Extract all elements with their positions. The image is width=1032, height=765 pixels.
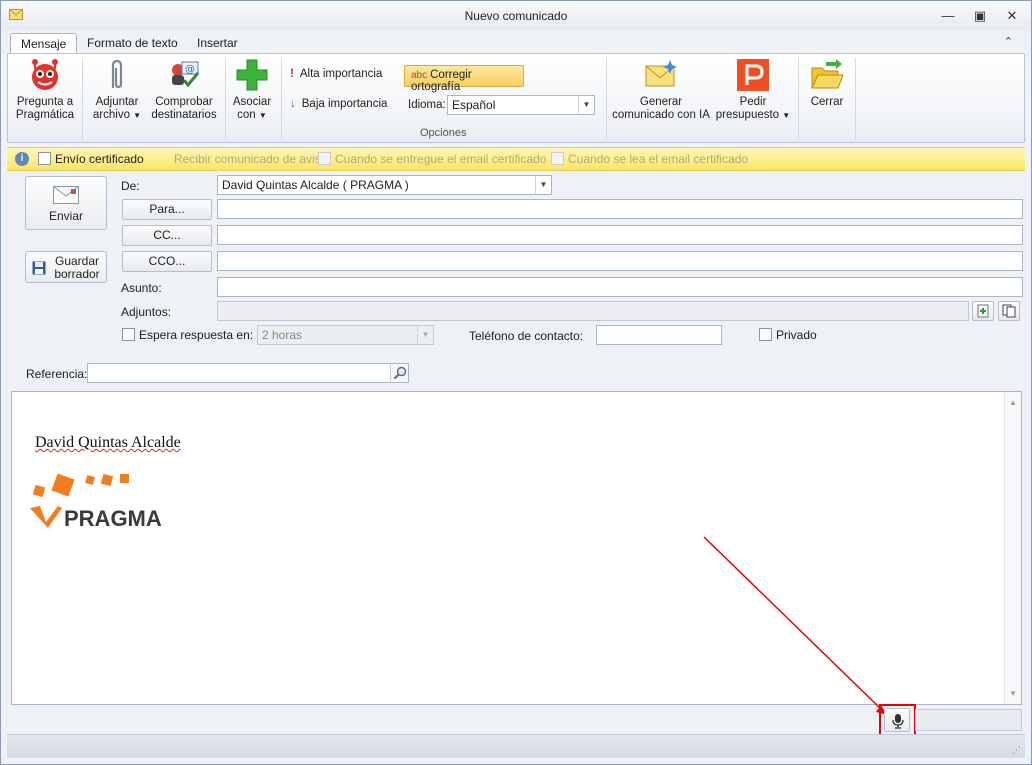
annotation-arrow — [703, 536, 887, 715]
microphone-highlight-box — [879, 704, 916, 738]
status-bar: ⋰ — [7, 734, 1025, 758]
dictation-status-field — [915, 709, 1022, 731]
resize-grip-icon[interactable]: ⋰ — [1012, 745, 1021, 756]
app-window: Nuevo comunicado — ▣ ✕ Mensaje Formato d… — [0, 0, 1032, 765]
